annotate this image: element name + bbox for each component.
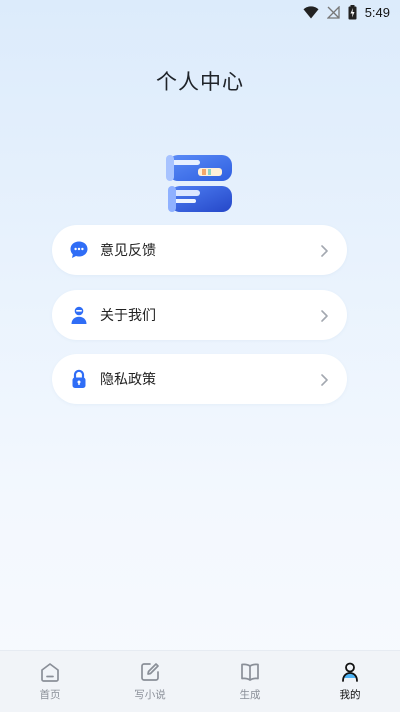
nav-label: 首页 (39, 689, 61, 701)
no-signal-icon (326, 5, 340, 19)
person-icon (69, 305, 89, 325)
nav-label: 生成 (239, 689, 261, 701)
nav-label: 我的 (339, 689, 361, 701)
menu-item-feedback[interactable]: 意见反馈 (52, 225, 347, 275)
menu-item-label: 隐私政策 (100, 372, 156, 388)
chevron-right-icon (319, 308, 329, 322)
user-icon (339, 661, 361, 683)
lock-icon (69, 369, 89, 389)
nav-label: 写小说 (134, 689, 166, 701)
nav-item-home[interactable]: 首页 (0, 661, 100, 702)
chevron-right-icon (319, 243, 329, 257)
bottom-nav: 首页 写小说 生成 我的 (0, 650, 400, 712)
wifi-icon (303, 5, 319, 19)
battery-charging-icon (348, 4, 357, 20)
status-time: 5:49 (364, 4, 390, 20)
page-title: 个人中心 (156, 70, 244, 94)
edit-icon (139, 661, 161, 683)
nav-item-generate[interactable]: 生成 (200, 661, 300, 702)
chevron-right-icon (319, 372, 329, 386)
chat-bubble-icon (69, 240, 89, 260)
home-icon (39, 661, 61, 683)
book-icon (239, 661, 261, 683)
nav-item-write-novel[interactable]: 写小说 (100, 661, 200, 702)
nav-item-mine[interactable]: 我的 (300, 661, 400, 702)
menu-item-label: 关于我们 (100, 308, 156, 324)
menu-item-privacy-policy[interactable]: 隐私政策 (52, 354, 347, 404)
status-bar: 5:49 (0, 0, 400, 24)
books-illustration (162, 150, 240, 216)
menu-item-label: 意见反馈 (100, 243, 156, 259)
menu-item-about-us[interactable]: 关于我们 (52, 290, 347, 340)
